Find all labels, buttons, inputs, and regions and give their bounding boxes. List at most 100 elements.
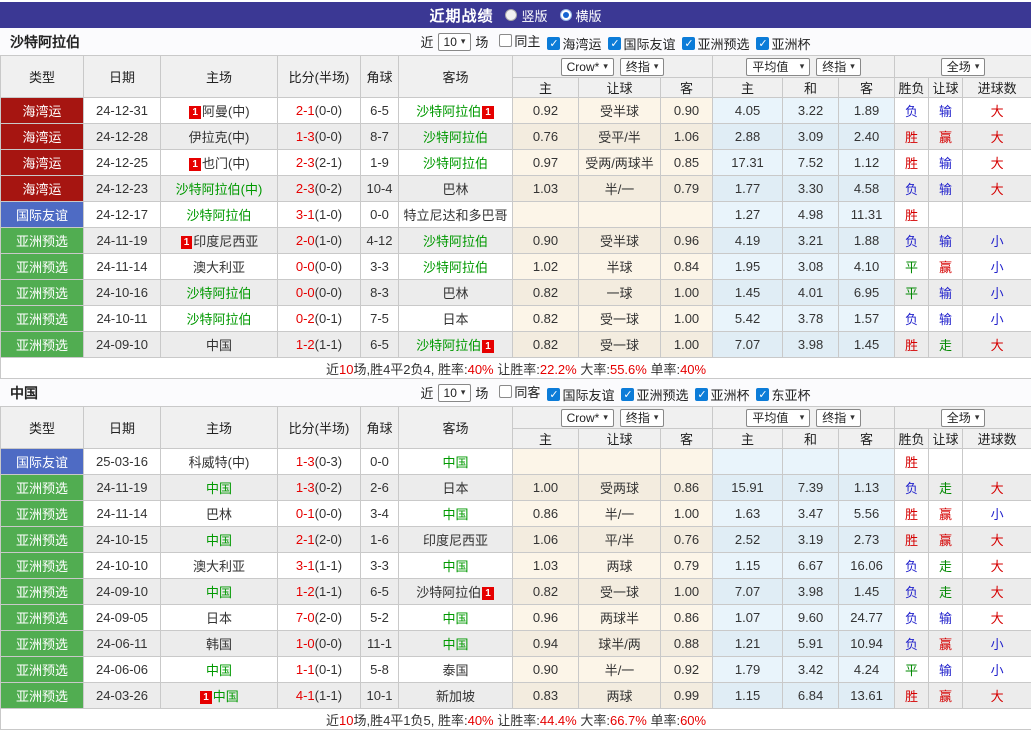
avg-source-select[interactable]: 平均值 ▾ [746,409,810,427]
avg-time-select[interactable]: 终指▾ [816,58,861,76]
avg-draw-odds: 5.91 [783,631,839,657]
layout-radio-horizontal[interactable]: 横版 [560,6,602,25]
col-header-odds-home: 主 [513,429,579,449]
checkbox-checked-icon[interactable]: ✓ [547,388,560,401]
result-winlose: 负 [895,605,929,631]
corner-score: 2-6 [361,475,399,501]
corner-score: 6-5 [361,332,399,358]
away-team-cell: 沙特阿拉伯1 [399,98,513,124]
handicap-away-odds: 0.90 [661,98,713,124]
match-scope-value: 全场 [947,409,971,426]
away-team-name: 中国 [442,637,468,652]
handicap-line: 受半球 [579,98,661,124]
home-team-cell: 沙特阿拉伯 [161,202,278,228]
match-row: 海湾运 24-12-28 伊拉克(中) 1-3(0-0) 8-7 沙特阿拉伯 0… [1,124,1031,150]
checkbox-unchecked-icon[interactable] [499,34,512,47]
fulltime-score: 1-3 [296,480,315,495]
avg-time-select[interactable]: 终指▾ [816,409,861,427]
filter-checkbox[interactable]: ✓亚洲杯 [695,385,749,404]
checkbox-checked-icon[interactable]: ✓ [621,388,634,401]
result-goals: 大 [963,332,1031,358]
filter-checkbox-label: 亚洲预选 [697,34,749,53]
col-header-avg-away: 客 [839,429,895,449]
layout-radio-vertical[interactable]: 竖版 [505,6,547,25]
home-team-name: 澳大利亚 [193,260,245,275]
competition-type-badge: 海湾运 [1,176,84,202]
away-red-card-badge: 1 [482,106,494,119]
checkbox-checked-icon[interactable]: ✓ [608,37,621,50]
match-scope-select[interactable]: 全场▾ [941,409,986,427]
avg-home-odds: 1.15 [713,683,783,709]
filter-checkbox[interactable]: 同主 [499,31,540,50]
filter-checkbox[interactable]: ✓国际友谊 [608,34,675,53]
match-date: 24-12-17 [84,202,161,228]
summary-text-part: 40% [468,713,494,728]
avg-away-odds: 24.77 [839,605,895,631]
chevron-down-icon: ▾ [603,61,608,72]
result-winlose: 负 [895,228,929,254]
avg-away-odds: 1.13 [839,475,895,501]
summary-text-part: 66.7% [610,713,647,728]
col-header-date: 日期 [84,56,161,98]
away-team-name: 中国 [442,455,468,470]
summary-text-part: 让胜率: [494,362,540,377]
halftime-score: (1-1) [315,558,342,573]
filter-checkbox[interactable]: ✓海湾运 [547,34,601,53]
filter-checkbox-label: 同主 [514,31,540,50]
radio-icon[interactable] [560,9,572,21]
checkbox-checked-icon[interactable]: ✓ [756,388,769,401]
result-goals: 大 [963,150,1031,176]
handicap-line: 受一球 [579,332,661,358]
avg-away-odds: 16.06 [839,553,895,579]
result-goals: 大 [963,176,1031,202]
result-handicap: 走 [929,475,963,501]
filter-checkbox[interactable]: ✓国际友谊 [547,385,614,404]
avg-home-odds: 7.07 [713,332,783,358]
avg-away-odds: 1.57 [839,306,895,332]
results-body: 国际友谊 25-03-16 科威特(中) 1-3(0-3) 0-0 中国 胜 亚… [1,449,1031,709]
filter-checkbox-label: 东亚杯 [771,385,810,404]
checkbox-checked-icon[interactable]: ✓ [682,37,695,50]
home-team-cell: 科威特(中) [161,449,278,475]
match-date: 24-11-19 [84,475,161,501]
checkbox-checked-icon[interactable]: ✓ [695,388,708,401]
filter-checkbox[interactable]: ✓亚洲预选 [682,34,749,53]
avg-draw-odds: 3.22 [783,98,839,124]
odds-company-select[interactable]: Crow*▾ [561,409,614,427]
odds-company-select[interactable]: Crow*▾ [561,58,614,76]
unit-label: 场 [475,32,488,51]
away-team-name: 日本 [442,481,468,496]
home-team-cell: 1中国 [161,683,278,709]
checkbox-unchecked-icon[interactable] [499,385,512,398]
result-goals: 小 [963,280,1031,306]
match-row: 亚洲预选 24-10-11 沙特阿拉伯 0-2(0-1) 7-5 日本 0.82… [1,306,1031,332]
odds-time-select[interactable]: 终指▾ [620,409,665,427]
avg-away-odds: 4.58 [839,176,895,202]
match-row: 亚洲预选 24-10-16 沙特阿拉伯 0-0(0-0) 8-3 巴林 0.82… [1,280,1031,306]
checkbox-checked-icon[interactable]: ✓ [756,37,769,50]
home-team-cell: 沙特阿拉伯(中) [161,176,278,202]
odds-time-select[interactable]: 终指▾ [620,58,665,76]
handicap-home-odds: 0.82 [513,280,579,306]
match-date: 24-09-10 [84,332,161,358]
away-team-cell: 中国 [399,605,513,631]
radio-label: 横版 [576,6,602,25]
away-team-name: 沙特阿拉伯 [416,585,481,600]
match-count-select[interactable]: 10▾ [438,384,472,402]
filter-checkbox[interactable]: 同客 [499,382,540,401]
competition-type-badge: 国际友谊 [1,449,84,475]
match-scope-select[interactable]: 全场▾ [941,58,986,76]
handicap-away-odds: 0.88 [661,631,713,657]
avg-home-odds: 1.15 [713,553,783,579]
fulltime-score: 4-1 [296,688,315,703]
filter-checkbox-label: 亚洲杯 [771,34,810,53]
filter-checkbox[interactable]: ✓亚洲杯 [756,34,810,53]
col-header-result-handicap: 让球 [929,78,963,98]
match-count-select[interactable]: 10▾ [438,33,472,51]
avg-source-select[interactable]: 平均值 ▾ [746,58,810,76]
checkbox-checked-icon[interactable]: ✓ [547,37,560,50]
handicap-home-odds: 1.03 [513,553,579,579]
filter-checkbox[interactable]: ✓东亚杯 [756,385,810,404]
radio-icon[interactable] [505,9,517,21]
filter-checkbox[interactable]: ✓亚洲预选 [621,385,688,404]
